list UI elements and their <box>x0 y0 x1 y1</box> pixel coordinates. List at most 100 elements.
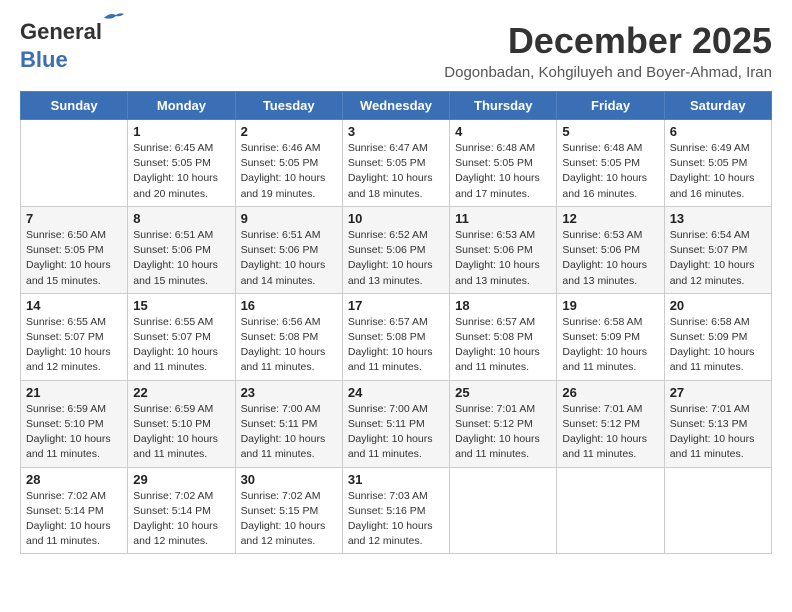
calendar-cell: 8 Sunrise: 6:51 AMSunset: 5:06 PMDaylight… <box>128 206 235 293</box>
logo-text: General <box>20 19 102 44</box>
logo: General Blue <box>20 20 102 72</box>
day-info: Sunrise: 6:51 AMSunset: 5:06 PMDaylight:… <box>241 228 337 289</box>
day-info: Sunrise: 7:01 AMSunset: 5:13 PMDaylight:… <box>670 402 766 463</box>
calendar-cell: 24 Sunrise: 7:00 AMSunset: 5:11 PMDayligh… <box>342 380 449 467</box>
calendar-cell: 18 Sunrise: 6:57 AMSunset: 5:08 PMDayligh… <box>450 293 557 380</box>
calendar-week-row: 7 Sunrise: 6:50 AMSunset: 5:05 PMDaylight… <box>21 206 772 293</box>
calendar-cell: 5Sunrise: 6:48 AMSunset: 5:05 PMDaylight… <box>557 120 664 207</box>
day-info: Sunrise: 6:57 AMSunset: 5:08 PMDaylight:… <box>348 315 444 376</box>
day-info: Sunrise: 6:53 AMSunset: 5:06 PMDaylight:… <box>455 228 551 289</box>
day-number: 9 <box>241 211 337 226</box>
day-info: Sunrise: 6:58 AMSunset: 5:09 PMDaylight:… <box>562 315 658 376</box>
weekday-header-thursday: Thursday <box>450 92 557 120</box>
day-info: Sunrise: 6:51 AMSunset: 5:06 PMDaylight:… <box>133 228 229 289</box>
day-info: Sunrise: 7:02 AMSunset: 5:15 PMDaylight:… <box>241 489 337 550</box>
day-info: Sunrise: 6:55 AMSunset: 5:07 PMDaylight:… <box>133 315 229 376</box>
day-info: Sunrise: 7:00 AMSunset: 5:11 PMDaylight:… <box>348 402 444 463</box>
calendar-cell: 23Sunrise: 7:00 AMSunset: 5:11 PMDayligh… <box>235 380 342 467</box>
calendar-cell: 20 Sunrise: 6:58 AMSunset: 5:09 PMDayligh… <box>664 293 771 380</box>
calendar-cell: 3 Sunrise: 6:47 AMSunset: 5:05 PMDaylight… <box>342 120 449 207</box>
day-number: 19 <box>562 298 658 313</box>
weekday-header-row: SundayMondayTuesdayWednesdayThursdayFrid… <box>21 92 772 120</box>
weekday-header-monday: Monday <box>128 92 235 120</box>
month-title: December 2025 <box>444 20 772 62</box>
calendar-cell: 29Sunrise: 7:02 AMSunset: 5:14 PMDayligh… <box>128 467 235 554</box>
calendar-cell: 4 Sunrise: 6:48 AMSunset: 5:05 PMDaylight… <box>450 120 557 207</box>
day-number: 1 <box>133 124 229 139</box>
calendar-table: SundayMondayTuesdayWednesdayThursdayFrid… <box>20 91 772 554</box>
logo-blue-text: Blue <box>20 48 68 72</box>
day-number: 13 <box>670 211 766 226</box>
day-info: Sunrise: 7:01 AMSunset: 5:12 PMDaylight:… <box>455 402 551 463</box>
day-info: Sunrise: 6:50 AMSunset: 5:05 PMDaylight:… <box>26 228 122 289</box>
day-number: 6 <box>670 124 766 139</box>
calendar-cell: 9 Sunrise: 6:51 AMSunset: 5:06 PMDaylight… <box>235 206 342 293</box>
calendar-cell: 21Sunrise: 6:59 AMSunset: 5:10 PMDayligh… <box>21 380 128 467</box>
day-number: 18 <box>455 298 551 313</box>
day-info: Sunrise: 6:58 AMSunset: 5:09 PMDaylight:… <box>670 315 766 376</box>
calendar-cell: 14 Sunrise: 6:55 AMSunset: 5:07 PMDayligh… <box>21 293 128 380</box>
weekday-header-friday: Friday <box>557 92 664 120</box>
calendar-week-row: 14 Sunrise: 6:55 AMSunset: 5:07 PMDayligh… <box>21 293 772 380</box>
calendar-cell: 19 Sunrise: 6:58 AMSunset: 5:09 PMDayligh… <box>557 293 664 380</box>
day-number: 15 <box>133 298 229 313</box>
day-info: Sunrise: 6:46 AMSunset: 5:05 PMDaylight:… <box>241 141 337 202</box>
calendar-cell: 17Sunrise: 6:57 AMSunset: 5:08 PMDayligh… <box>342 293 449 380</box>
calendar-cell <box>664 467 771 554</box>
calendar-cell: 22 Sunrise: 6:59 AMSunset: 5:10 PMDayligh… <box>128 380 235 467</box>
location-text: Dogonbadan, Kohgiluyeh and Boyer-Ahmad, … <box>444 64 772 81</box>
day-info: Sunrise: 6:49 AMSunset: 5:05 PMDaylight:… <box>670 141 766 202</box>
day-number: 3 <box>348 124 444 139</box>
day-number: 27 <box>670 385 766 400</box>
day-number: 12 <box>562 211 658 226</box>
calendar-week-row: 1 Sunrise: 6:45 AMSunset: 5:05 PMDaylight… <box>21 120 772 207</box>
day-info: Sunrise: 6:53 AMSunset: 5:06 PMDaylight:… <box>562 228 658 289</box>
weekday-header-tuesday: Tuesday <box>235 92 342 120</box>
calendar-cell <box>557 467 664 554</box>
day-info: Sunrise: 6:59 AMSunset: 5:10 PMDaylight:… <box>26 402 122 463</box>
calendar-cell: 11Sunrise: 6:53 AMSunset: 5:06 PMDayligh… <box>450 206 557 293</box>
calendar-cell: 16Sunrise: 6:56 AMSunset: 5:08 PMDayligh… <box>235 293 342 380</box>
day-number: 2 <box>241 124 337 139</box>
day-info: Sunrise: 6:48 AMSunset: 5:05 PMDaylight:… <box>455 141 551 202</box>
calendar-cell: 30 Sunrise: 7:02 AMSunset: 5:15 PMDayligh… <box>235 467 342 554</box>
day-number: 8 <box>133 211 229 226</box>
calendar-cell: 6 Sunrise: 6:49 AMSunset: 5:05 PMDaylight… <box>664 120 771 207</box>
day-number: 20 <box>670 298 766 313</box>
day-number: 4 <box>455 124 551 139</box>
day-number: 10 <box>348 211 444 226</box>
calendar-cell: 28 Sunrise: 7:02 AMSunset: 5:14 PMDayligh… <box>21 467 128 554</box>
calendar-cell: 26Sunrise: 7:01 AMSunset: 5:12 PMDayligh… <box>557 380 664 467</box>
calendar-week-row: 28 Sunrise: 7:02 AMSunset: 5:14 PMDayligh… <box>21 467 772 554</box>
day-number: 30 <box>241 472 337 487</box>
day-info: Sunrise: 7:02 AMSunset: 5:14 PMDaylight:… <box>26 489 122 550</box>
weekday-header-wednesday: Wednesday <box>342 92 449 120</box>
day-number: 28 <box>26 472 122 487</box>
calendar-cell <box>21 120 128 207</box>
calendar-cell: 15 Sunrise: 6:55 AMSunset: 5:07 PMDayligh… <box>128 293 235 380</box>
day-number: 7 <box>26 211 122 226</box>
calendar-cell: 12 Sunrise: 6:53 AMSunset: 5:06 PMDayligh… <box>557 206 664 293</box>
day-info: Sunrise: 6:57 AMSunset: 5:08 PMDaylight:… <box>455 315 551 376</box>
calendar-cell: 27 Sunrise: 7:01 AMSunset: 5:13 PMDayligh… <box>664 380 771 467</box>
day-number: 25 <box>455 385 551 400</box>
weekday-header-sunday: Sunday <box>21 92 128 120</box>
calendar-cell <box>450 467 557 554</box>
day-number: 5 <box>562 124 658 139</box>
page-header: General Blue December 2025 Dogonbadan, K… <box>20 20 772 81</box>
day-info: Sunrise: 6:47 AMSunset: 5:05 PMDaylight:… <box>348 141 444 202</box>
day-info: Sunrise: 6:59 AMSunset: 5:10 PMDaylight:… <box>133 402 229 463</box>
calendar-cell: 2 Sunrise: 6:46 AMSunset: 5:05 PMDaylight… <box>235 120 342 207</box>
calendar-cell: 25 Sunrise: 7:01 AMSunset: 5:12 PMDayligh… <box>450 380 557 467</box>
day-info: Sunrise: 7:03 AMSunset: 5:16 PMDaylight:… <box>348 489 444 550</box>
day-info: Sunrise: 6:54 AMSunset: 5:07 PMDaylight:… <box>670 228 766 289</box>
day-info: Sunrise: 6:52 AMSunset: 5:06 PMDaylight:… <box>348 228 444 289</box>
day-info: Sunrise: 7:02 AMSunset: 5:14 PMDaylight:… <box>133 489 229 550</box>
calendar-cell: 31Sunrise: 7:03 AMSunset: 5:16 PMDayligh… <box>342 467 449 554</box>
day-info: Sunrise: 6:45 AMSunset: 5:05 PMDaylight:… <box>133 141 229 202</box>
day-number: 24 <box>348 385 444 400</box>
day-number: 22 <box>133 385 229 400</box>
day-number: 14 <box>26 298 122 313</box>
day-info: Sunrise: 6:55 AMSunset: 5:07 PMDaylight:… <box>26 315 122 376</box>
day-number: 23 <box>241 385 337 400</box>
